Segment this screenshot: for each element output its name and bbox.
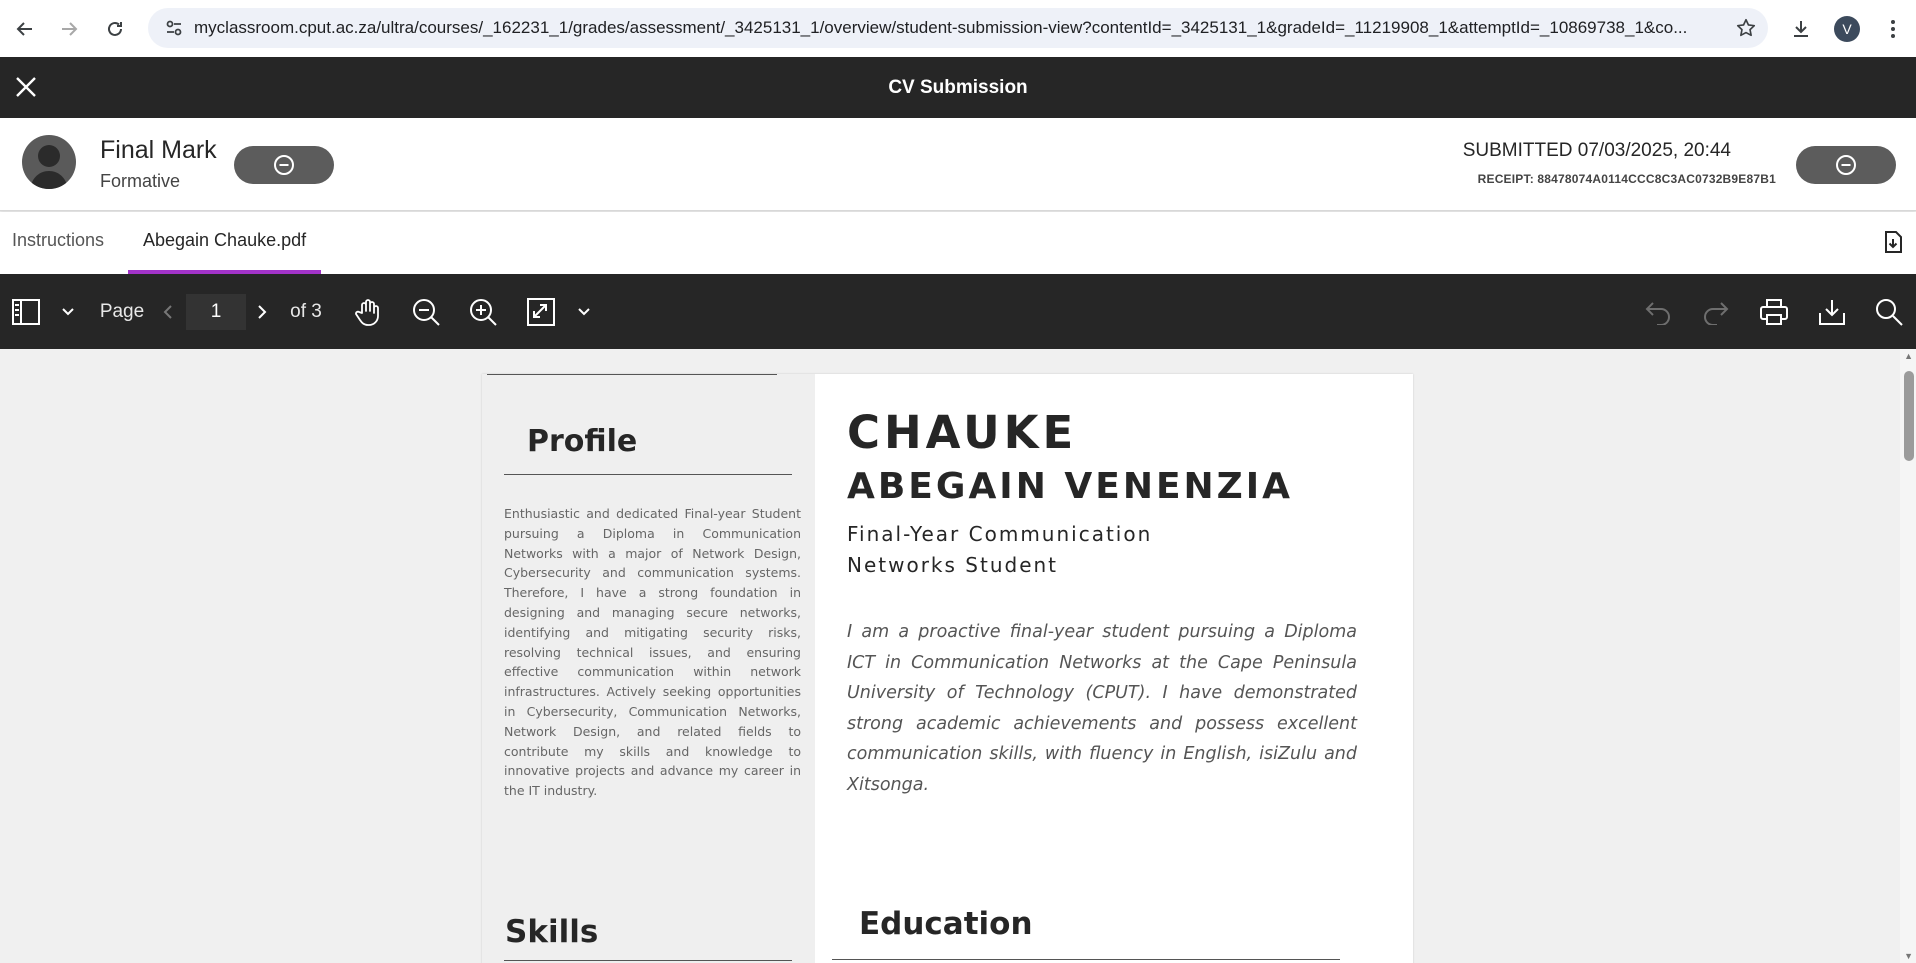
download-file-button[interactable]: [1882, 230, 1904, 259]
hand-icon: [355, 298, 379, 326]
printer-icon: [1760, 298, 1788, 325]
page-number-input[interactable]: 1: [186, 294, 246, 330]
star-icon: [1736, 18, 1756, 37]
scroll-down-icon[interactable]: ▼: [1904, 951, 1913, 961]
download-icon: [1794, 20, 1808, 37]
viewer-scrollbar[interactable]: ▲ ▼: [1900, 349, 1916, 963]
arrow-right-icon: [62, 21, 78, 36]
pan-tool-button[interactable]: [348, 274, 388, 349]
submission-tabs: Instructions Abegain Chauke.pdf: [0, 212, 1916, 274]
url-text[interactable]: myclassroom.cput.ac.za/ultra/courses/_16…: [194, 18, 1724, 38]
minus-circle-icon: [1836, 155, 1856, 175]
divider: [504, 960, 792, 961]
fit-page-button[interactable]: [521, 274, 561, 349]
site-info-button[interactable]: [154, 18, 194, 38]
downloads-button[interactable]: [1778, 0, 1824, 57]
panel-header: CV Submission: [0, 57, 1916, 118]
pdf-viewer[interactable]: Profile Enthusiastic and dedicated Final…: [0, 349, 1916, 963]
file-download-icon: [1885, 231, 1902, 253]
download-tray-icon: [1819, 299, 1845, 325]
pdf-page: Profile Enthusiastic and dedicated Final…: [482, 374, 1413, 963]
sidebar-options-dropdown[interactable]: [56, 274, 80, 349]
undo-button[interactable]: [1638, 274, 1678, 349]
pdf-toolbar: Page 1 of 3: [0, 274, 1916, 349]
cv-first-names: ABEGAIN VENENZIA: [847, 466, 1294, 507]
divider: [504, 474, 792, 475]
zoom-out-icon: [413, 298, 440, 326]
reload-icon: [108, 21, 122, 36]
grade-status-button[interactable]: [234, 146, 334, 184]
sidebar-toggle-button[interactable]: [8, 274, 44, 349]
divider: [487, 374, 777, 375]
tune-icon: [166, 20, 182, 36]
submitted-timestamp: SUBMITTED 07/03/2025, 20:44: [1462, 140, 1731, 161]
profile-button[interactable]: V: [1824, 0, 1870, 57]
profile-avatar: V: [1834, 15, 1860, 42]
expand-icon: [527, 297, 555, 326]
cv-last-name: CHAUKE: [847, 406, 1078, 459]
previous-page-button[interactable]: [156, 274, 180, 349]
redo-button[interactable]: [1696, 274, 1736, 349]
scroll-thumb[interactable]: [1904, 371, 1914, 461]
zoom-in-button[interactable]: [463, 274, 503, 349]
zoom-in-icon: [470, 298, 497, 326]
page-total: of 3: [290, 300, 322, 322]
profile-heading: Profile: [527, 424, 638, 459]
search-icon: [1876, 298, 1903, 326]
user-silhouette-icon: [30, 145, 68, 189]
undo-icon: [1645, 301, 1670, 325]
assessment-type: Formative: [100, 171, 181, 191]
arrow-left-icon: [16, 21, 32, 36]
redo-icon: [1704, 301, 1729, 325]
reload-button[interactable]: [92, 0, 138, 57]
scroll-up-icon[interactable]: ▲: [1904, 351, 1913, 361]
more-vertical-icon: [1891, 19, 1895, 38]
chevron-down-icon: [578, 307, 590, 315]
student-avatar: [22, 135, 76, 189]
attempt-status-button[interactable]: [1796, 146, 1896, 184]
download-pdf-button[interactable]: [1812, 274, 1852, 349]
minus-circle-icon: [274, 155, 294, 175]
chevron-down-icon: [62, 307, 74, 315]
tab-instructions[interactable]: Instructions: [12, 230, 104, 274]
zoom-out-button[interactable]: [406, 274, 446, 349]
education-heading: Education: [859, 906, 1033, 942]
profile-text: Enthusiastic and dedicated Final-year St…: [504, 506, 801, 799]
sidebar-panel-icon: [12, 298, 40, 325]
browser-menu-button[interactable]: [1870, 0, 1916, 57]
forward-button[interactable]: [46, 0, 92, 57]
cv-role: Final-Year Communication Networks Studen…: [847, 522, 1153, 577]
divider: [832, 959, 1340, 960]
chevron-left-icon: [163, 304, 172, 319]
tab-pdf-file[interactable]: Abegain Chauke.pdf: [128, 230, 322, 274]
submission-info-bar: Final Mark Formative SUBMITTED 07/03/202…: [0, 118, 1916, 211]
next-page-button[interactable]: [250, 274, 274, 349]
chevron-right-icon: [258, 304, 267, 319]
zoom-options-dropdown[interactable]: [572, 274, 596, 349]
final-mark-title: Final Mark: [100, 136, 217, 164]
cv-sidebar: Profile Enthusiastic and dedicated Final…: [482, 374, 815, 963]
panel-title: CV Submission: [888, 77, 1028, 98]
skills-heading: Skills: [505, 914, 599, 950]
search-document-button[interactable]: [1869, 274, 1909, 349]
address-bar[interactable]: myclassroom.cput.ac.za/ultra/courses/_16…: [148, 8, 1768, 48]
print-button[interactable]: [1754, 274, 1794, 349]
browser-toolbar: myclassroom.cput.ac.za/ultra/courses/_16…: [0, 0, 1916, 57]
back-button[interactable]: [2, 0, 48, 57]
cv-summary: I am a proactive final-year student purs…: [847, 622, 1357, 795]
page-label: Page: [99, 300, 145, 322]
bookmark-button[interactable]: [1724, 17, 1768, 39]
receipt-number: RECEIPT: 88478074A0114CCC8C3AC0732B9E87B…: [1477, 172, 1776, 186]
